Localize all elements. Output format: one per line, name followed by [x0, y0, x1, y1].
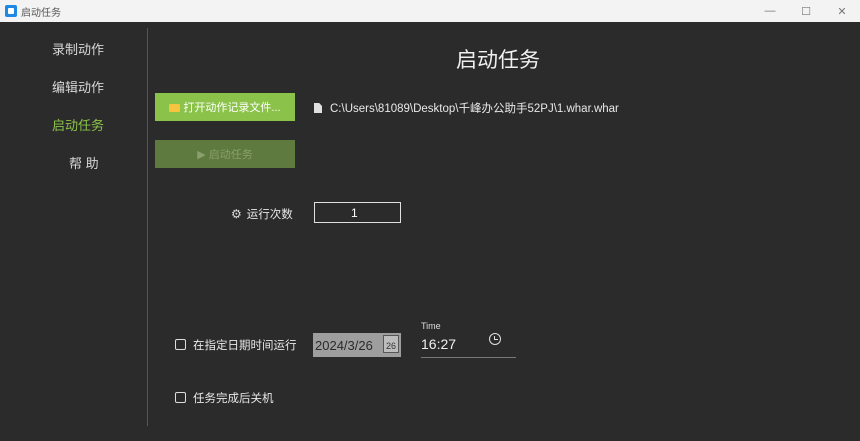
sidebar-item-record[interactable]: 录制动作 — [52, 39, 104, 58]
app-icon — [5, 5, 17, 17]
sidebar-item-start[interactable]: 启动任务 — [52, 115, 104, 134]
scheduled-run-label: 在指定日期时间运行 — [193, 340, 297, 352]
clock-icon[interactable] — [489, 333, 501, 345]
sidebar-divider — [147, 28, 148, 426]
calendar-icon[interactable]: 26 — [383, 335, 399, 353]
page-title: 启动任务 — [456, 49, 540, 72]
close-button[interactable]: ✕ — [824, 0, 860, 22]
scheduled-run-checkbox[interactable] — [175, 339, 186, 350]
gear-icon: ⚙ — [231, 207, 242, 221]
start-task-button[interactable]: ▶ 启动任务 — [155, 140, 295, 168]
run-count-input[interactable]: 1 — [314, 202, 401, 223]
open-file-label: 打开动作记录文件... — [183, 102, 281, 114]
sidebar-item-help[interactable]: 帮 助 — [69, 153, 99, 172]
time-value[interactable]: 16:27 — [421, 336, 456, 352]
sidebar-item-edit[interactable]: 编辑动作 — [52, 77, 104, 96]
title-bar: 启动任务 — ☐ ✕ — [0, 0, 860, 22]
open-file-button[interactable]: 打开动作记录文件... — [155, 93, 295, 121]
date-picker[interactable]: 2024/3/26 26 — [313, 333, 401, 357]
date-value: 2024/3/26 — [315, 337, 373, 353]
calendar-day: 26 — [385, 341, 396, 351]
run-count-label: ⚙ 运行次数 — [231, 206, 293, 222]
shutdown-checkbox[interactable] — [175, 392, 186, 403]
main-area: 录制动作 编辑动作 启动任务 帮 助 启动任务 打开动作记录文件... C:\U… — [0, 22, 860, 441]
folder-icon — [169, 104, 181, 112]
run-count-text: 运行次数 — [246, 209, 293, 221]
start-task-label: ▶ 启动任务 — [197, 149, 253, 161]
shutdown-label: 任务完成后关机 — [193, 393, 274, 405]
minimize-button[interactable]: — — [752, 0, 788, 22]
file-path: C:\Users\81089\Desktop\千峰办公助手52PJ\1.whar… — [314, 100, 619, 116]
window-title: 启动任务 — [21, 7, 61, 19]
time-label: Time — [421, 321, 441, 331]
window-controls: — ☐ ✕ — [752, 0, 860, 22]
file-icon — [314, 103, 322, 113]
time-underline — [421, 357, 516, 358]
maximize-button[interactable]: ☐ — [788, 0, 824, 22]
file-path-text: C:\Users\81089\Desktop\千峰办公助手52PJ\1.whar… — [330, 103, 619, 115]
